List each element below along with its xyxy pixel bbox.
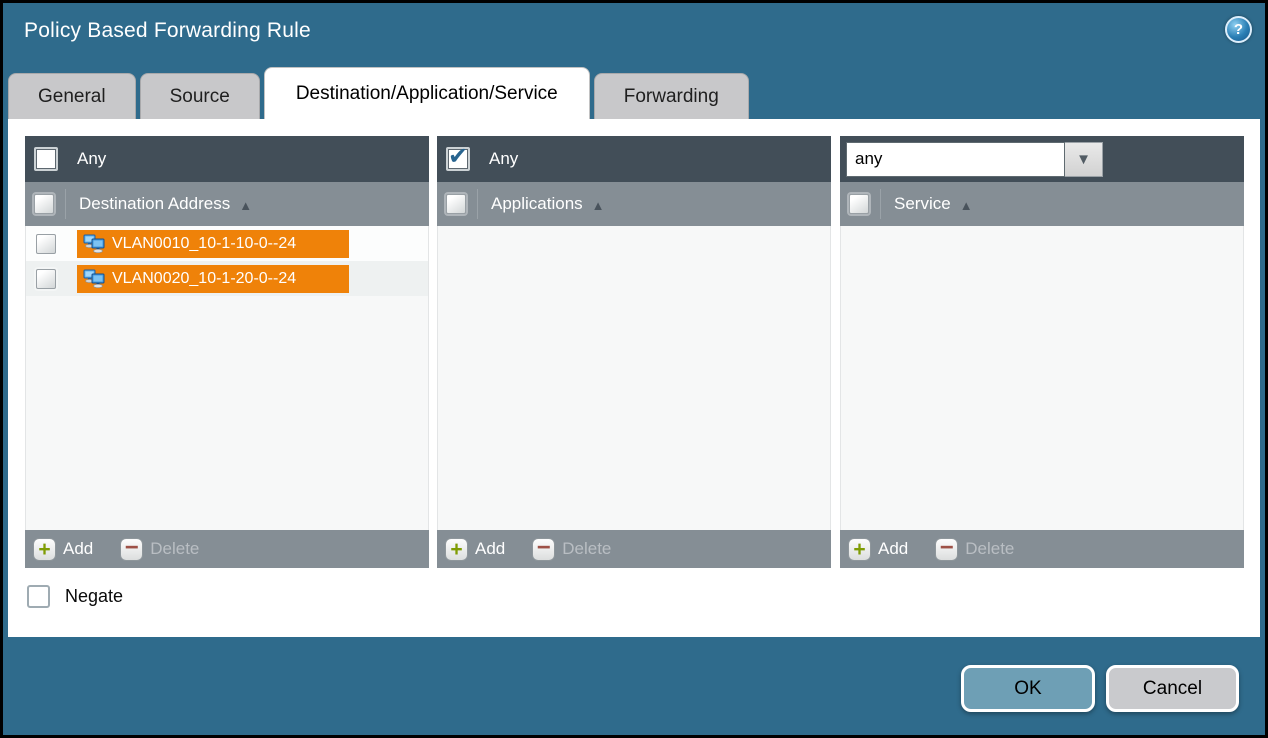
- applications-footer: + Add − Delete: [437, 530, 831, 568]
- service-list: [840, 226, 1244, 530]
- service-footer: + Add − Delete: [840, 530, 1244, 568]
- applications-list: [437, 226, 831, 530]
- applications-delete-button[interactable]: − Delete: [532, 538, 611, 561]
- negate-option[interactable]: Negate: [27, 585, 123, 608]
- dialog-title: Policy Based Forwarding Rule: [24, 19, 311, 43]
- destination-column-header: Destination Address ▲: [25, 182, 429, 226]
- table-row[interactable]: VLAN0010_10-1-10-0--24: [26, 226, 428, 261]
- service-dropdown-value[interactable]: any: [846, 142, 1065, 177]
- destination-any-label: Any: [77, 149, 106, 169]
- add-button-label: Add: [475, 539, 505, 559]
- row-checkbox[interactable]: [36, 234, 56, 254]
- add-button-label: Add: [63, 539, 93, 559]
- checkmark-icon: ✔: [448, 142, 468, 171]
- applications-column: ✔ Any Applications ▲ + Add − Delet: [437, 136, 831, 568]
- service-delete-button[interactable]: − Delete: [935, 538, 1014, 561]
- applications-any-checkbox[interactable]: ✔: [446, 147, 470, 171]
- help-icon[interactable]: ?: [1225, 16, 1252, 43]
- add-icon: +: [33, 538, 56, 561]
- tab-forwarding[interactable]: Forwarding: [594, 73, 749, 119]
- delete-button-label: Delete: [150, 539, 199, 559]
- destination-address-column: Any Destination Address ▲: [25, 136, 429, 568]
- service-dropdown-header: any ▼: [840, 136, 1244, 182]
- applications-add-button[interactable]: + Add: [445, 538, 505, 561]
- delete-button-label: Delete: [965, 539, 1014, 559]
- delete-icon: −: [532, 538, 555, 561]
- delete-icon: −: [120, 538, 143, 561]
- delete-button-label: Delete: [562, 539, 611, 559]
- applications-header-label-wrap[interactable]: Applications ▲: [477, 189, 605, 219]
- destination-any-header: Any: [25, 136, 429, 182]
- address-object-name: VLAN0020_10-1-20-0--24: [112, 270, 296, 288]
- address-object-name: VLAN0010_10-1-10-0--24: [112, 235, 296, 253]
- tab-bar: General Source Destination/Application/S…: [8, 67, 749, 119]
- row-checkbox[interactable]: [36, 269, 56, 289]
- ok-button[interactable]: OK: [961, 665, 1095, 712]
- delete-icon: −: [935, 538, 958, 561]
- service-header-label: Service: [894, 194, 951, 214]
- service-column-header: Service ▲: [840, 182, 1244, 226]
- table-row[interactable]: VLAN0020_10-1-20-0--24: [26, 261, 428, 296]
- tab-general[interactable]: General: [8, 73, 136, 119]
- sort-ascending-icon[interactable]: ▲: [239, 196, 252, 213]
- address-object-chip[interactable]: VLAN0020_10-1-20-0--24: [77, 265, 349, 293]
- add-icon: +: [848, 538, 871, 561]
- applications-select-all-checkbox[interactable]: [446, 194, 466, 214]
- applications-any-label: Any: [489, 149, 518, 169]
- add-button-label: Add: [878, 539, 908, 559]
- tab-destination-application-service[interactable]: Destination/Application/Service: [264, 67, 590, 119]
- service-select-all-checkbox[interactable]: [849, 194, 869, 214]
- destination-any-checkbox[interactable]: [34, 147, 58, 171]
- address-object-chip[interactable]: VLAN0010_10-1-10-0--24: [77, 230, 349, 258]
- negate-label: Negate: [65, 586, 123, 607]
- service-column: any ▼ Service ▲ + Add − Delete: [840, 136, 1244, 568]
- applications-header-label: Applications: [491, 194, 583, 214]
- destination-footer: + Add − Delete: [25, 530, 429, 568]
- applications-any-header: ✔ Any: [437, 136, 831, 182]
- sort-ascending-icon[interactable]: ▲: [960, 196, 973, 213]
- service-dropdown: any ▼: [846, 142, 1103, 177]
- chevron-down-icon[interactable]: ▼: [1065, 142, 1103, 177]
- destination-header-label-wrap[interactable]: Destination Address ▲: [65, 189, 252, 219]
- tab-content-panel: Any Destination Address ▲: [8, 119, 1260, 637]
- service-header-label-wrap[interactable]: Service ▲: [880, 189, 973, 219]
- cancel-button[interactable]: Cancel: [1106, 665, 1239, 712]
- destination-header-label: Destination Address: [79, 194, 230, 214]
- destination-select-all-checkbox[interactable]: [34, 194, 54, 214]
- sort-ascending-icon[interactable]: ▲: [592, 196, 605, 213]
- negate-checkbox[interactable]: [27, 585, 50, 608]
- applications-column-header: Applications ▲: [437, 182, 831, 226]
- network-nodes-icon: [83, 269, 105, 288]
- network-nodes-icon: [83, 234, 105, 253]
- add-icon: +: [445, 538, 468, 561]
- pbf-rule-dialog: Policy Based Forwarding Rule ? General S…: [0, 0, 1268, 738]
- destination-add-button[interactable]: + Add: [33, 538, 93, 561]
- destination-delete-button[interactable]: − Delete: [120, 538, 199, 561]
- destination-address-list: VLAN0010_10-1-10-0--24: [25, 226, 429, 530]
- tab-source[interactable]: Source: [140, 73, 260, 119]
- service-add-button[interactable]: + Add: [848, 538, 908, 561]
